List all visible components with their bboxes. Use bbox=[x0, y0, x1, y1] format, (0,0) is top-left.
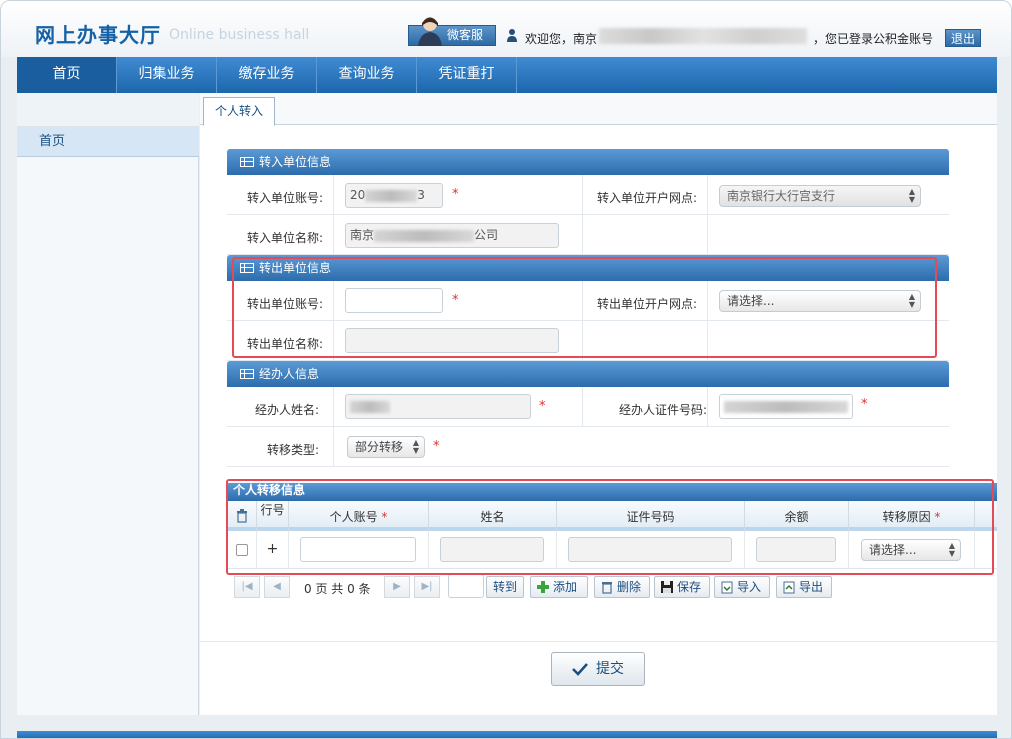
agent-name-field[interactable] bbox=[345, 394, 531, 419]
form-row: 转入单位名称: 南京 公司 bbox=[227, 215, 949, 255]
in-unit-account-label: 转入单位账号: bbox=[246, 191, 323, 205]
next-page-button[interactable]: ▶ bbox=[384, 576, 410, 598]
sidebar-item-home[interactable]: 首页 bbox=[17, 127, 199, 157]
header: 网上办事大厅 Online business hall 微客服 欢迎您，南京 ，… bbox=[1, 1, 1011, 57]
first-page-button[interactable]: |◀ bbox=[234, 576, 260, 598]
footer-strip bbox=[17, 731, 997, 738]
welcome-text: 欢迎您，南京 bbox=[525, 32, 598, 46]
required-mark: * bbox=[861, 397, 868, 412]
table-icon bbox=[240, 157, 254, 167]
in-unit-name-field[interactable]: 南京 公司 bbox=[345, 223, 559, 248]
tab-personal-transfer-in[interactable]: 个人转入 bbox=[203, 97, 275, 126]
nav-reprint[interactable]: 凭证重打 bbox=[417, 57, 517, 93]
page-number-input[interactable] bbox=[448, 574, 484, 598]
tab-bar: 个人转入 bbox=[200, 93, 997, 126]
required-mark: * bbox=[539, 399, 546, 414]
save-button[interactable]: 保存 bbox=[654, 576, 710, 598]
import-icon bbox=[721, 581, 733, 594]
required-mark: * bbox=[452, 187, 459, 202]
customer-service-label: 微客服 bbox=[447, 28, 484, 42]
in-unit-branch-value: 南京银行大行宫支行 bbox=[727, 189, 836, 203]
in-unit-name-suffix: 公司 bbox=[474, 228, 499, 242]
sidebar: 首页 bbox=[17, 93, 199, 715]
highlight-transfer-grid bbox=[226, 479, 994, 575]
submit-label: 提交 bbox=[596, 661, 624, 677]
in-unit-name-label: 转入单位名称: bbox=[246, 231, 323, 245]
form-row: 经办人姓名: * 经办人证件号码: * bbox=[227, 387, 949, 427]
section-header-in-unit: 转入单位信息 bbox=[227, 149, 949, 175]
plus-icon bbox=[537, 581, 549, 593]
in-unit-account-field[interactable]: 20 3 bbox=[345, 183, 443, 208]
goto-button[interactable]: 转到 bbox=[486, 576, 524, 598]
save-label: 保存 bbox=[677, 580, 702, 594]
nav-deposit[interactable]: 缴存业务 bbox=[217, 57, 317, 93]
redacted-unit-name bbox=[599, 28, 807, 44]
highlight-out-unit bbox=[232, 257, 937, 358]
site-logo[interactable]: 网上办事大厅 bbox=[35, 19, 161, 48]
transfer-type-select[interactable]: 部分转移 ▲ ▼ bbox=[347, 436, 425, 458]
in-unit-branch-label: 转入单位开户网点: bbox=[596, 191, 697, 205]
delete-button[interactable]: 删除 bbox=[594, 576, 650, 598]
required-mark: * bbox=[433, 439, 440, 454]
add-button[interactable]: 添加 bbox=[530, 576, 588, 598]
table-icon bbox=[240, 369, 254, 379]
in-unit-account-prefix: 20 bbox=[350, 188, 366, 202]
import-label: 导入 bbox=[737, 580, 762, 594]
grid-toolbar: |◀ ◀ 0 页 共 0 条 ▶ ▶| 转到 添加 删除 保存 导入 导出 bbox=[234, 574, 854, 600]
prev-page-button[interactable]: ◀ bbox=[264, 576, 290, 598]
nav-query[interactable]: 查询业务 bbox=[317, 57, 417, 93]
in-unit-name-prefix: 南京 bbox=[350, 228, 375, 242]
delete-label: 删除 bbox=[617, 580, 642, 594]
floppy-icon bbox=[661, 581, 673, 593]
transfer-type-label: 转移类型: bbox=[266, 443, 319, 457]
in-unit-account-suffix: 3 bbox=[417, 188, 425, 202]
page-info: 0 页 共 0 条 bbox=[304, 582, 371, 596]
select-arrows-icon: ▲ ▼ bbox=[908, 187, 915, 204]
agent-id-label: 经办人证件号码: bbox=[618, 403, 707, 417]
agent-name-label: 经办人姓名: bbox=[254, 403, 319, 417]
section-header-agent: 经办人信息 bbox=[227, 361, 949, 387]
export-label: 导出 bbox=[799, 580, 824, 594]
agent-avatar-icon bbox=[418, 17, 442, 46]
app-window: 网上办事大厅 Online business hall 微客服 欢迎您，南京 ，… bbox=[0, 0, 1012, 739]
export-button[interactable]: 导出 bbox=[776, 576, 832, 598]
agent-id-field[interactable] bbox=[719, 394, 853, 419]
section-title: 经办人信息 bbox=[259, 367, 320, 381]
user-icon bbox=[507, 29, 517, 42]
sidebar-header bbox=[17, 93, 199, 127]
import-button[interactable]: 导入 bbox=[714, 576, 770, 598]
site-logo-en: Online business hall bbox=[169, 27, 310, 43]
export-icon bbox=[783, 581, 795, 594]
form-row: 转移类型: 部分转移 ▲ ▼ * bbox=[227, 427, 949, 467]
form-row: 转入单位账号: 20 3 * 转入单位开户网点: 南京银行大行宫支行 ▲ ▼ bbox=[227, 175, 949, 215]
transfer-type-value: 部分转移 bbox=[355, 440, 404, 454]
main-content: 个人转入 转入单位信息 转入单位账号: 20 3 * 转入单位开户网点: 南京银行… bbox=[200, 93, 997, 715]
add-label: 添加 bbox=[553, 580, 578, 594]
in-unit-branch-select[interactable]: 南京银行大行宫支行 ▲ ▼ bbox=[719, 185, 921, 207]
select-arrows-icon: ▲ ▼ bbox=[412, 438, 419, 455]
trash-icon bbox=[602, 582, 612, 594]
checkmark-icon bbox=[572, 663, 588, 676]
section-title: 转入单位信息 bbox=[259, 155, 332, 169]
nav-collection[interactable]: 归集业务 bbox=[117, 57, 217, 93]
logout-button[interactable]: 退出 bbox=[945, 29, 981, 47]
welcome-suffix: ，您已登录公积金账号 bbox=[813, 32, 934, 46]
nav-home[interactable]: 首页 bbox=[17, 57, 117, 93]
submit-button[interactable]: 提交 bbox=[551, 652, 645, 686]
main-nav: 首页 归集业务 缴存业务 查询业务 凭证重打 bbox=[17, 57, 997, 93]
last-page-button[interactable]: ▶| bbox=[414, 576, 440, 598]
